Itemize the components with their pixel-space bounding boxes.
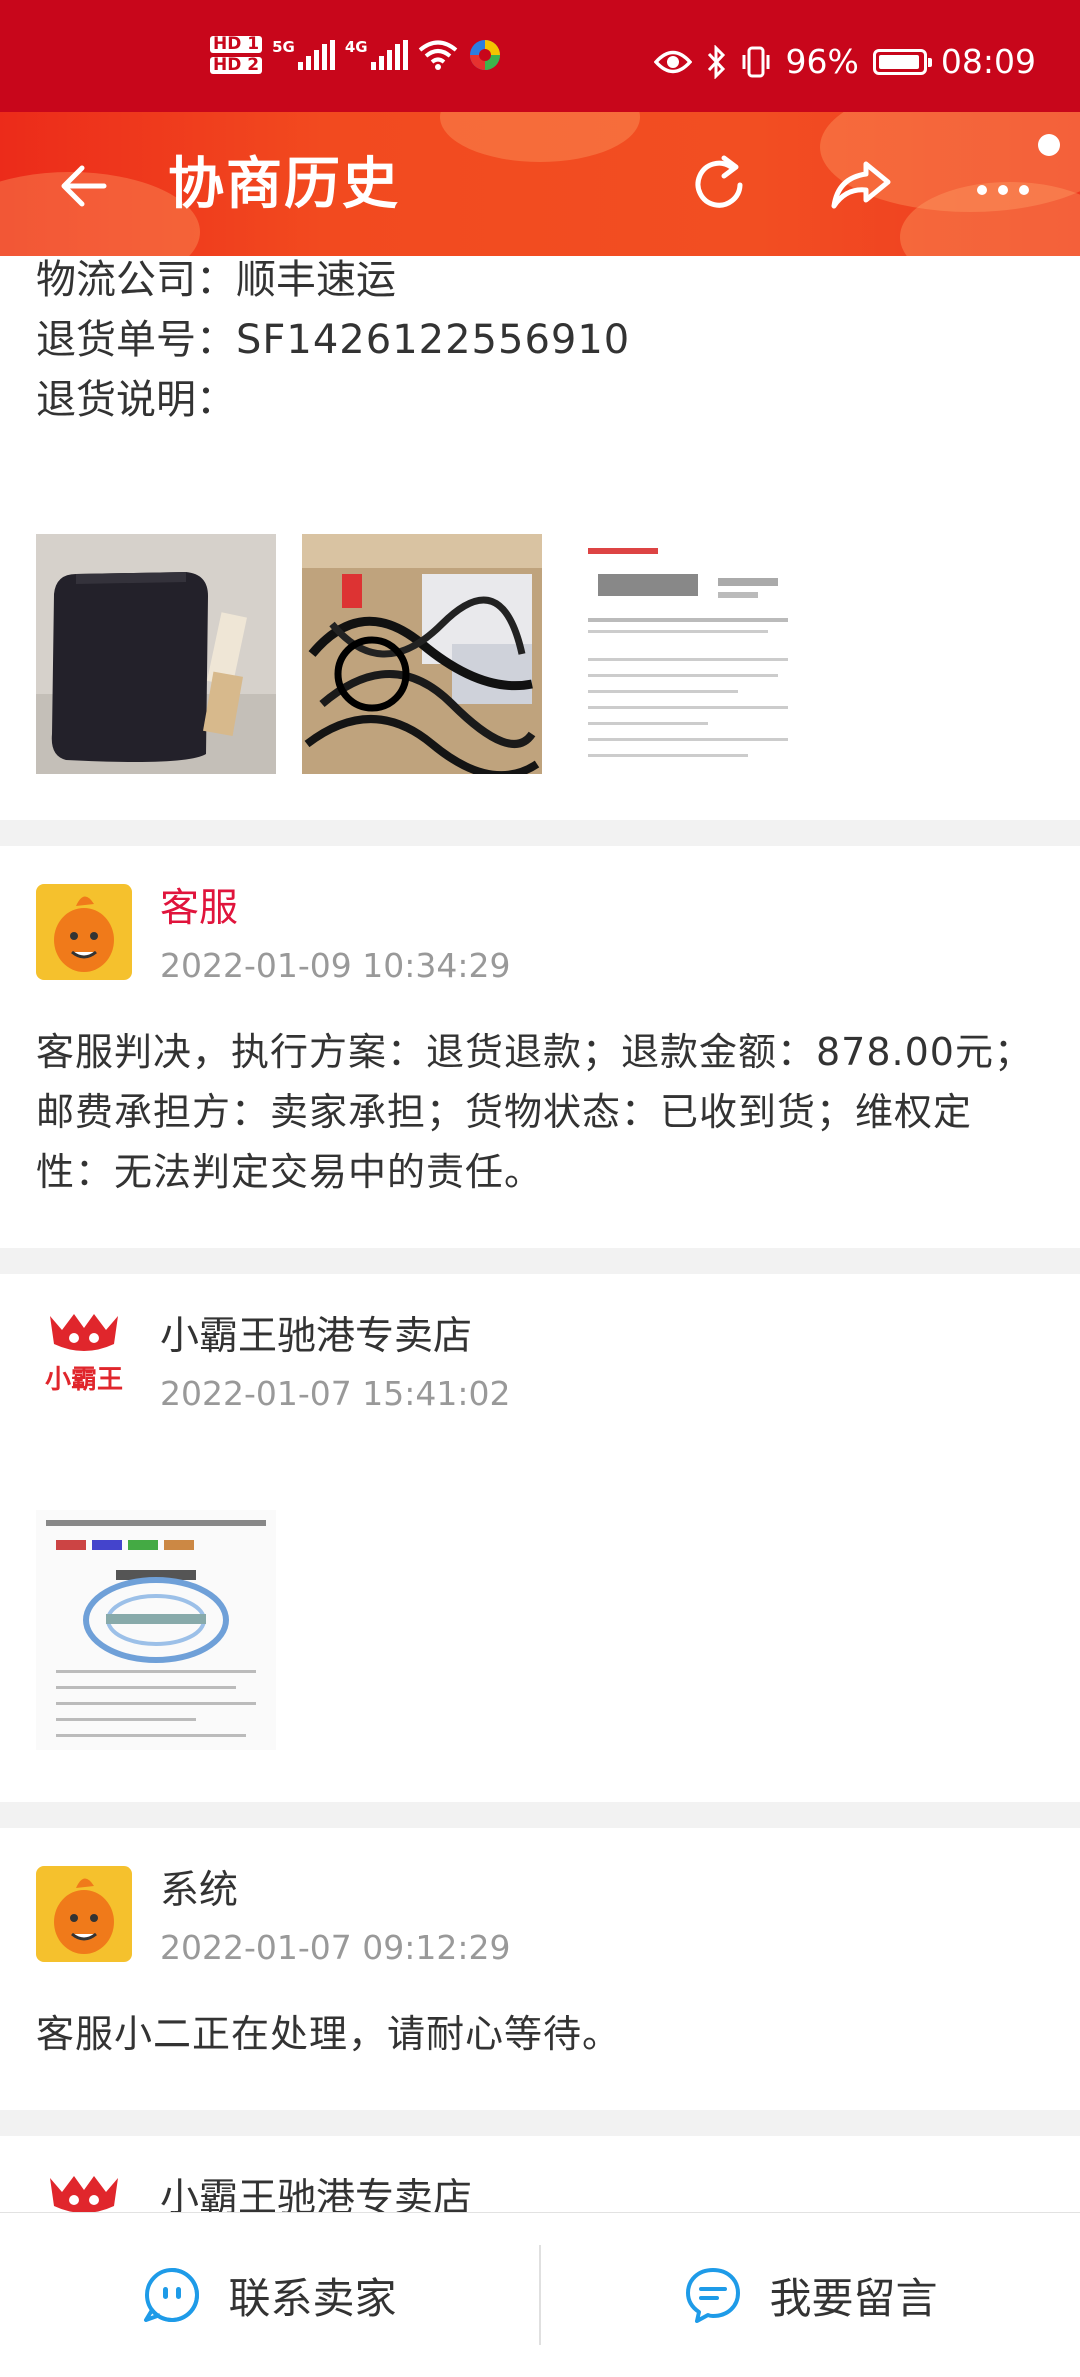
note-label: 退货说明： (36, 377, 236, 423)
return-info-card: 物流公司：顺丰速运 退货单号：SF1426122556910 退货说明： (0, 256, 1080, 820)
return-photo-3[interactable] (568, 534, 808, 774)
header-bar: 协商历史 (0, 112, 1080, 256)
record-author: 客服 (160, 886, 239, 931)
hd2-badge: HD 2 (210, 57, 263, 74)
net1-label: 5G (272, 38, 295, 56)
separator (0, 1802, 1080, 1828)
page-title: 协商历史 (168, 152, 400, 217)
history-record: 小霸王 小霸王驰港专卖店 2022-01-07 15:41:02 (0, 1274, 1080, 1802)
hd1-badge: HD 1 (210, 36, 263, 53)
separator (0, 820, 1080, 846)
message-bubble-icon (686, 2268, 741, 2323)
wifi-icon (418, 40, 457, 70)
refresh-button[interactable] (684, 150, 754, 220)
notification-dot (1038, 134, 1060, 156)
battery-icon (872, 49, 932, 75)
more-button[interactable] (968, 150, 1038, 220)
system-indicators: 96% 08:09 (653, 42, 1036, 82)
note-row: 退货说明： (36, 374, 236, 426)
network-indicators: HD 1 HD 2 5G 4G (210, 36, 502, 74)
history-list[interactable]: 物流公司：顺丰速运 退货单号：SF1426122556910 退货说明： 客服 … (0, 256, 1080, 2336)
record-message: 客服小二正在处理，请耐心等待。 (36, 2012, 622, 2056)
store-logo-text: 小霸王 (44, 1365, 123, 1395)
chat-bot-icon (144, 2268, 200, 2322)
contact-seller-button[interactable]: 联系卖家 (0, 2213, 539, 2377)
bluetooth-icon (707, 45, 725, 79)
logistics-value: 顺丰速运 (236, 257, 396, 303)
status-bar: HD 1 HD 2 5G 4G 96% 08:09 (0, 0, 1080, 112)
back-button[interactable] (54, 156, 114, 216)
separator (0, 1248, 1080, 1274)
signal-bars-icon (370, 40, 408, 70)
vibrate-icon (742, 46, 770, 78)
record-author: 系统 (160, 1868, 239, 1913)
record-attachment-photo[interactable] (36, 1510, 276, 1750)
avatar-system (36, 1866, 132, 1962)
signal-5g: 5G (272, 40, 335, 70)
leave-message-label: 我要留言 (769, 2273, 938, 2323)
avatar-customer-service (36, 884, 132, 980)
clock: 08:09 (940, 42, 1036, 81)
bottom-action-bar: 联系卖家 我要留言 (0, 2212, 1080, 2377)
separator (0, 2110, 1080, 2136)
record-author: 小霸王驰港专卖店 (160, 1314, 473, 1359)
signal-4g: 4G (345, 40, 408, 70)
logistics-row: 物流公司：顺丰速运 (36, 254, 396, 306)
hd-badges: HD 1 HD 2 (210, 36, 263, 74)
record-time: 2022-01-07 09:12:29 (160, 1928, 511, 1967)
signal-bars-icon (297, 40, 335, 70)
net2-label: 4G (344, 38, 368, 56)
eye-icon (653, 50, 692, 74)
logistics-label: 物流公司： (36, 257, 236, 303)
tracking-label: 退货单号： (36, 317, 236, 363)
return-photo-1[interactable] (36, 534, 276, 774)
battery-fill (878, 55, 919, 69)
contact-seller-label: 联系卖家 (228, 2273, 397, 2323)
app-badge-icon (469, 40, 500, 70)
avatar-store-logo: 小霸王 (36, 1308, 132, 1404)
leave-message-button[interactable]: 我要留言 (541, 2213, 1080, 2377)
record-time: 2022-01-09 10:34:29 (160, 946, 511, 985)
record-message: 客服判决，执行方案：退货退款；退款金额：878.00元；邮费承担方：卖家承担；货… (36, 1030, 1033, 1194)
history-record: 客服 2022-01-09 10:34:29 客服判决，执行方案：退货退款；退款… (0, 846, 1080, 1248)
tracking-row: 退货单号：SF1426122556910 (36, 314, 630, 366)
return-photo-2[interactable] (302, 534, 542, 774)
history-record: 系统 2022-01-07 09:12:29 客服小二正在处理，请耐心等待。 (0, 1828, 1080, 2110)
record-time: 2022-01-07 15:41:02 (160, 1374, 511, 1413)
battery-percent: 96% (785, 42, 859, 81)
share-button[interactable] (826, 150, 896, 220)
tracking-value: SF1426122556910 (236, 317, 631, 363)
